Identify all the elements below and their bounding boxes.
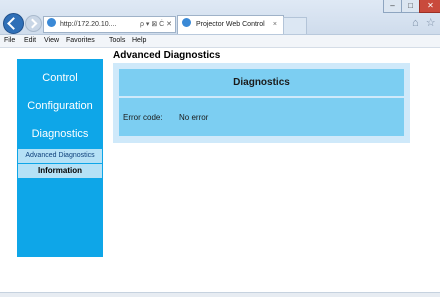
page-icon [47,18,56,27]
tab-close-icon[interactable]: × [273,16,277,34]
menu-view[interactable]: View [44,37,59,44]
address-bar[interactable]: http://172.20.10.... ρ ▾ ⊠ Ċ ✕ [43,16,176,33]
sidebar: Control Configuration Diagnostics Advanc… [17,59,103,257]
sidebar-subitem-advanced-diagnostics[interactable]: Advanced Diagnostics [18,149,102,163]
minimize-button[interactable]: – [383,0,402,13]
error-code-label: Error code: [123,113,163,122]
browser-toolbar: http://172.20.10.... ρ ▾ ⊠ Ċ ✕ Projector… [0,0,440,35]
new-tab-button[interactable] [283,17,307,34]
panel-body: Error code: No error [119,98,404,136]
diagnostics-panel: Diagnostics Error code: No error [113,63,410,143]
error-code-value: No error [179,113,209,122]
menu-help[interactable]: Help [132,37,146,44]
maximize-icon: □ [408,1,413,10]
sidebar-item-diagnostics[interactable]: Diagnostics [17,128,103,140]
menu-bar: File Edit View Favorites Tools Help [0,35,440,48]
panel-header: Diagnostics [119,69,404,96]
close-icon: ✕ [427,1,434,10]
address-tools[interactable]: ρ ▾ ⊠ Ċ ✕ [140,17,172,32]
page-title: Advanced Diagnostics [113,50,221,61]
tab-title: Projector Web Control [195,21,265,28]
sidebar-item-configuration[interactable]: Configuration [17,100,103,112]
sidebar-item-control[interactable]: Control [17,72,103,84]
menu-file[interactable]: File [4,37,15,44]
panel-title: Diagnostics [233,77,290,88]
status-bar [0,292,440,297]
forward-icon[interactable] [25,15,42,32]
close-button[interactable]: ✕ [419,0,440,13]
tab-icon [182,18,191,27]
tab-projector-web-control[interactable]: Projector Web Control × [177,15,284,34]
maximize-button[interactable]: □ [401,0,420,13]
sidebar-subitem-information[interactable]: Information [18,164,102,178]
address-text: http://172.20.10.... [59,21,117,28]
menu-tools[interactable]: Tools [109,37,125,44]
minimize-icon: – [390,1,395,10]
home-favorites-icons[interactable]: ⌂ ☆ [412,16,438,29]
back-icon[interactable] [3,13,24,34]
menu-edit[interactable]: Edit [24,37,36,44]
menu-favorites[interactable]: Favorites [66,37,95,44]
